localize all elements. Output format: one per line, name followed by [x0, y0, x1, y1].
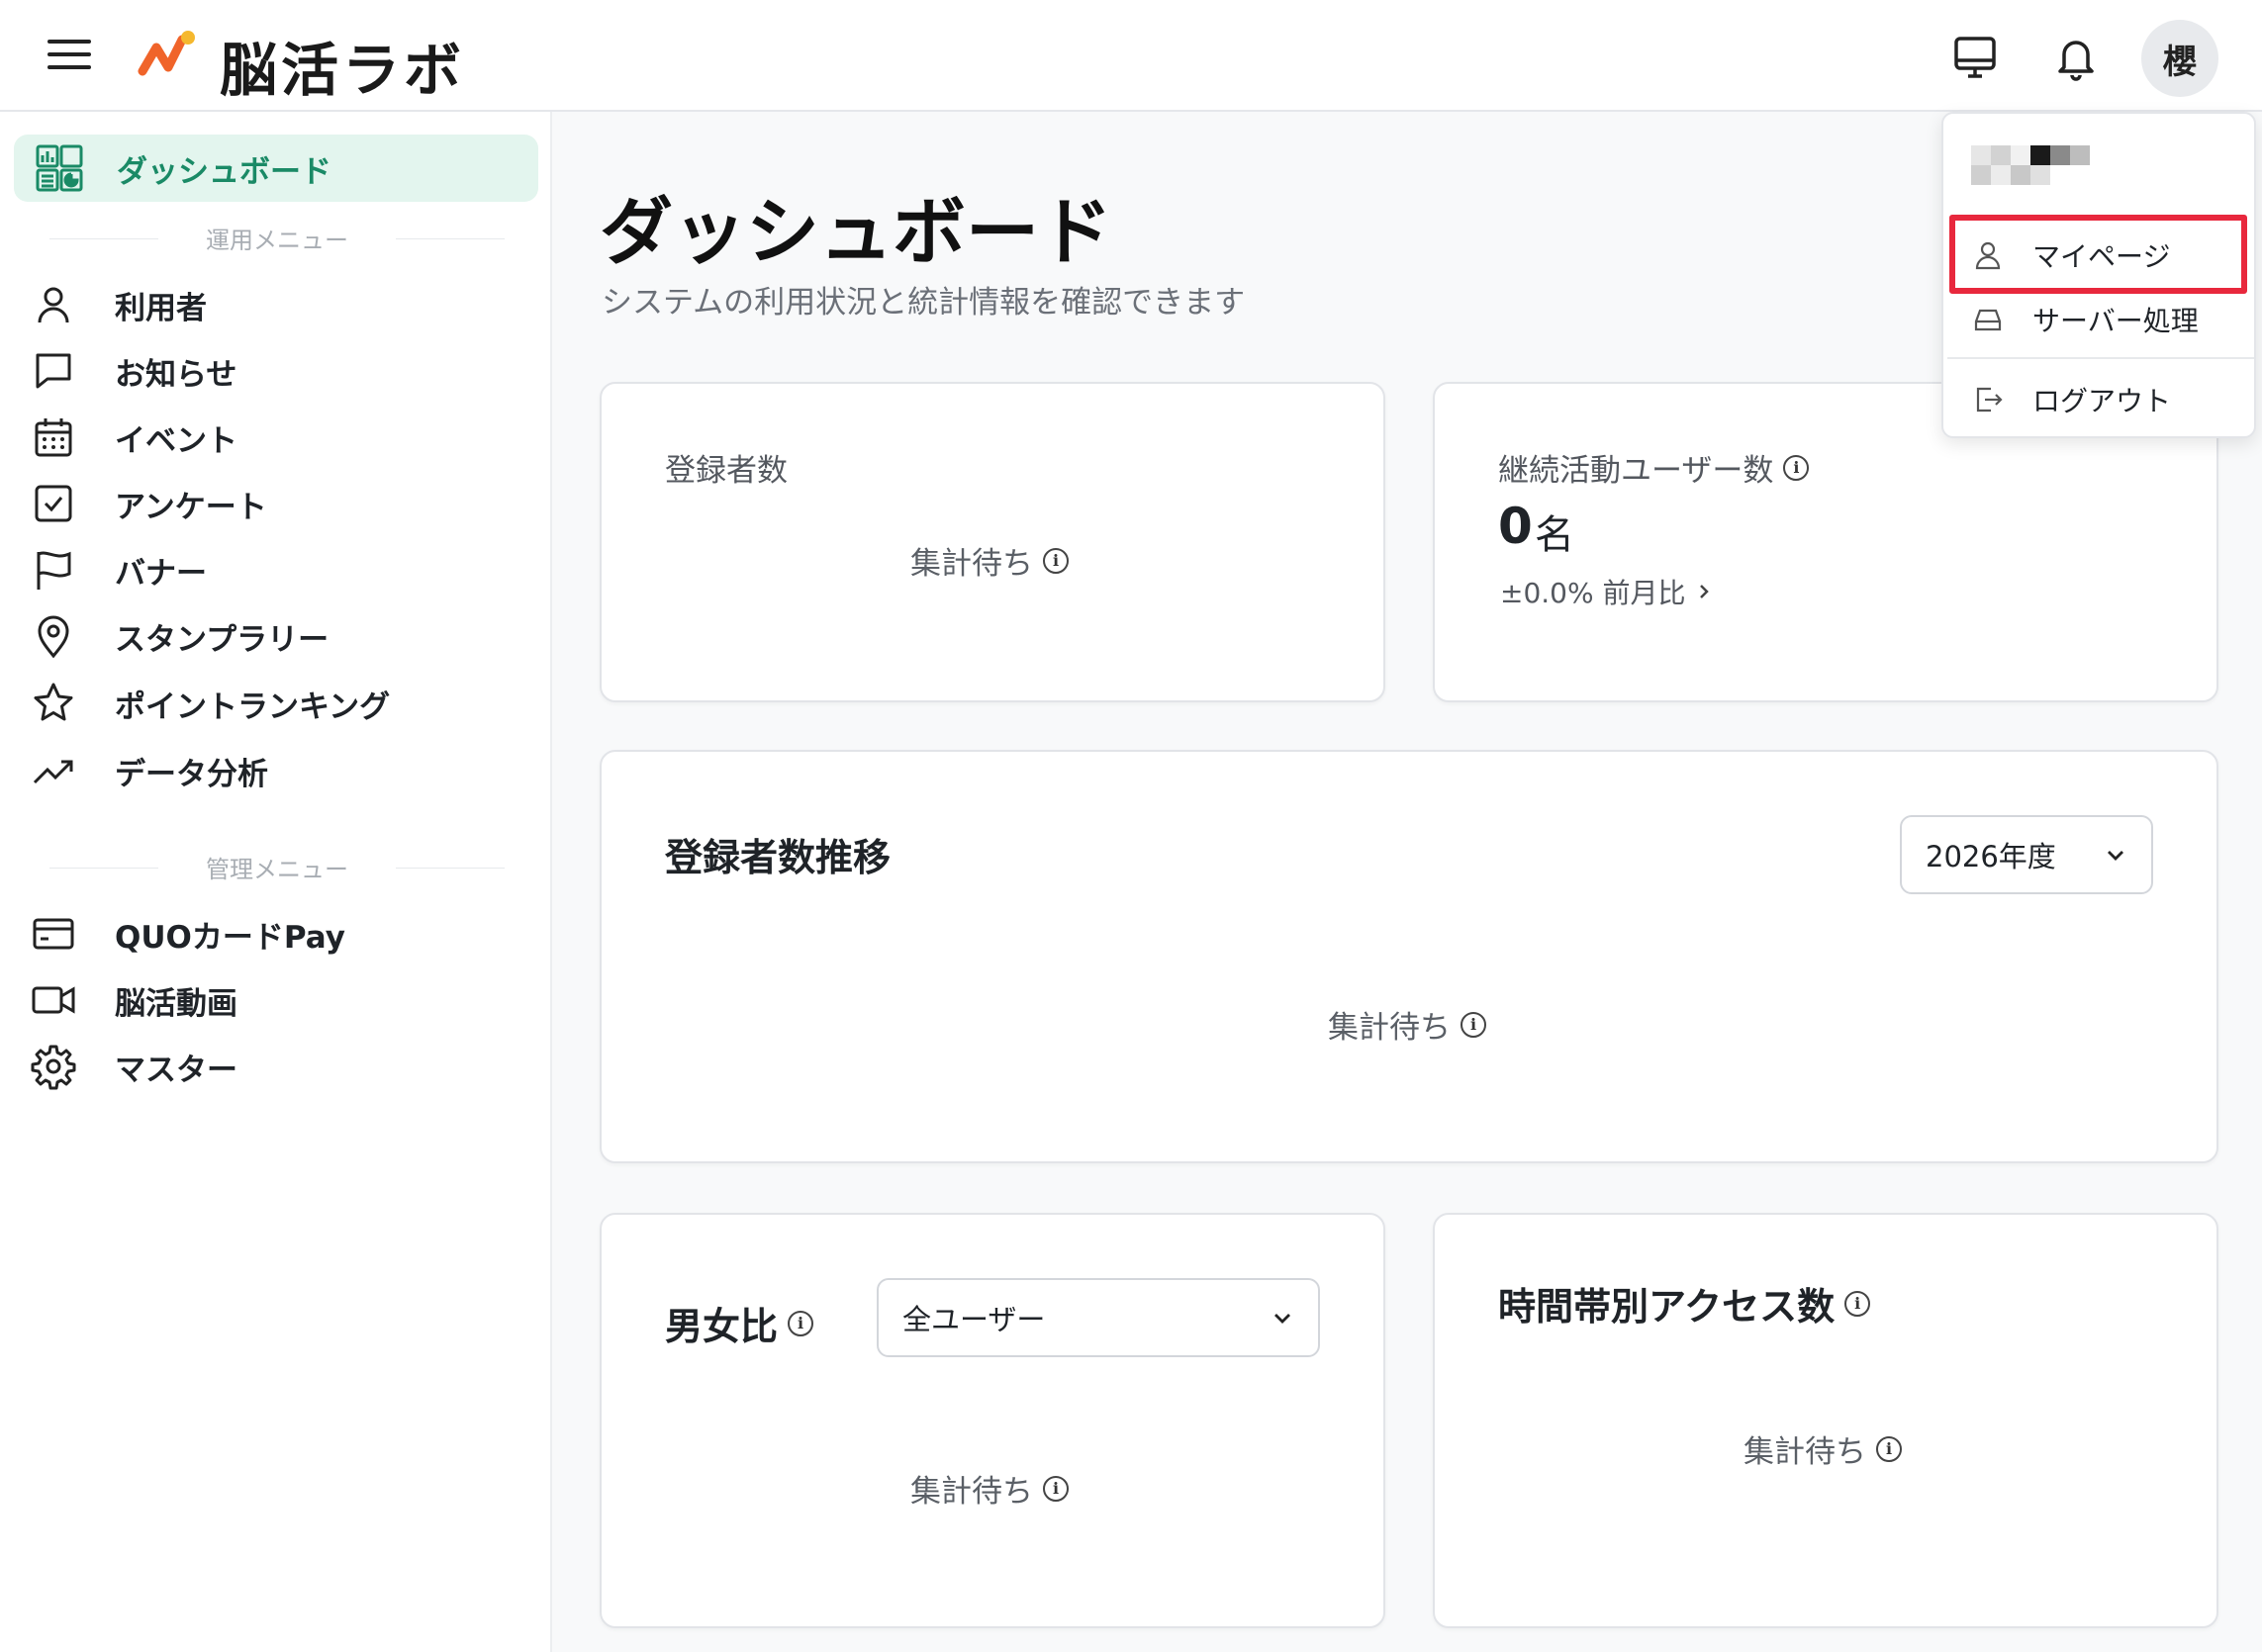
sidebar-item-label: マスター [115, 1052, 237, 1088]
info-icon[interactable]: i [1461, 1011, 1486, 1038]
sidebar-item-news[interactable]: お知らせ [30, 343, 524, 399]
sidebar-item-label: アンケート [115, 489, 267, 525]
pending-status: 集計待ち i [1328, 1002, 1486, 1047]
user-filter-value: 全ユーザー [902, 1303, 1046, 1336]
user-icon [1975, 241, 2001, 270]
info-icon[interactable]: i [1876, 1435, 1902, 1462]
info-icon[interactable]: i [788, 1310, 814, 1336]
map-pin-icon [38, 615, 69, 659]
dropdown-divider [1947, 357, 2254, 359]
page-title: ダッシュボード [600, 190, 1112, 275]
logo-icon [138, 31, 195, 76]
metric-value: 0 [1498, 498, 1533, 555]
hard-drive-icon [1974, 309, 2002, 331]
sidebar-item-label: スタンプラリー [115, 621, 330, 658]
dropdown-item-logout[interactable]: ログアウト [1963, 372, 2250, 427]
sidebar-item-label: 利用者 [115, 290, 207, 326]
section-label-ops: 運用メニュー [49, 221, 505, 255]
gender-ratio-card [600, 1213, 1385, 1628]
registrants-trend-card [600, 750, 2218, 1163]
card-title: 男女比 i [665, 1296, 814, 1350]
trending-up-icon [33, 760, 73, 784]
menu-icon[interactable] [47, 40, 91, 73]
card-title: 継続活動ユーザー数 i [1498, 445, 1810, 490]
sidebar-item-label: バナー [115, 555, 207, 592]
calendar-icon [35, 418, 72, 457]
credit-card-icon [33, 918, 74, 950]
user-icon [38, 287, 69, 323]
sidebar-item-point-ranking[interactable]: ポイントランキング [30, 676, 524, 731]
message-icon [36, 353, 71, 389]
sidebar-item-dashboard[interactable]: ダッシュボード [14, 135, 538, 202]
month-comparison-link[interactable]: ±0.0% 前月比 [1500, 572, 1714, 611]
card-title: 時間帯別アクセス数 i [1498, 1276, 1871, 1331]
sidebar: ダッシュボード 運用メニュー 利用者 お知らせ イベント アンケート バナー ス… [0, 112, 552, 1652]
dashboard-icon [36, 144, 83, 192]
chevron-down-icon [2108, 851, 2123, 861]
pending-text: 集計待ち [910, 546, 1033, 582]
sidebar-item-users[interactable]: 利用者 [30, 277, 524, 332]
redacted-username [1971, 145, 2094, 189]
dropdown-item-label: サーバー処理 [2032, 305, 2199, 337]
sidebar-item-stamp-rally[interactable]: スタンプラリー [30, 608, 524, 664]
flag-icon [37, 551, 71, 590]
sidebar-item-videos[interactable]: 脳活動画 [30, 972, 524, 1028]
pending-status: 集計待ち i [1744, 1426, 1902, 1471]
logout-icon [1976, 387, 2003, 413]
sidebar-item-label: ダッシュボード [117, 153, 331, 190]
pending-text: 集計待ち [910, 1474, 1033, 1510]
star-icon [34, 683, 73, 721]
sidebar-item-label: データ分析 [115, 756, 268, 792]
sidebar-item-label: QUOカードPay [115, 919, 345, 956]
card-title: 登録者数推移 [665, 836, 892, 879]
chevron-down-icon [1274, 1314, 1290, 1324]
card-title-text: 男女比 [665, 1305, 779, 1348]
sidebar-item-survey[interactable]: アンケート [30, 476, 524, 531]
checkbox-icon [35, 485, 72, 522]
dropdown-item-label: ログアウト [2032, 385, 2172, 417]
user-filter-select[interactable]: 全ユーザー [877, 1278, 1320, 1357]
sidebar-item-quo-card[interactable]: QUOカードPay [30, 906, 524, 962]
dropdown-item-mypage[interactable]: マイページ [1963, 228, 2250, 283]
chevron-right-icon [1699, 585, 1709, 598]
pending-status: 集計待ち i [910, 538, 1069, 583]
page-subtitle: システムの利用状況と統計情報を確認できます [602, 285, 1246, 321]
sidebar-item-data-analysis[interactable]: データ分析 [30, 743, 524, 798]
pending-text: 集計待ち [1744, 1434, 1866, 1470]
section-label-admin: 管理メニュー [49, 850, 505, 884]
app-header: 脳活ラボ 櫻 [0, 0, 2262, 112]
info-icon[interactable]: i [1783, 454, 1810, 481]
app-logo-text: 脳活ラボ [220, 37, 466, 104]
comparison-text: ±0.0% 前月比 [1500, 577, 1686, 609]
card-title: 登録者数 [665, 453, 788, 489]
info-icon[interactable]: i [1844, 1290, 1871, 1317]
year-select-value: 2026年度 [1926, 840, 2056, 873]
sidebar-item-label: お知らせ [115, 356, 237, 393]
info-icon[interactable]: i [1043, 547, 1069, 574]
card-title-text: 時間帯別アクセス数 [1498, 1285, 1836, 1329]
metric-unit: 名 [1535, 512, 1574, 558]
monitor-icon[interactable] [1947, 30, 2003, 85]
bell-icon[interactable] [2048, 30, 2104, 85]
dropdown-item-label: マイページ [2032, 240, 2171, 273]
sidebar-item-events[interactable]: イベント [30, 410, 524, 465]
user-dropdown-menu: マイページ サーバー処理 ログアウト [1941, 112, 2256, 438]
gear-icon [31, 1045, 76, 1090]
dropdown-item-server-processing[interactable]: サーバー処理 [1963, 292, 2250, 347]
info-icon[interactable]: i [1043, 1475, 1069, 1502]
pending-status: 集計待ち i [910, 1466, 1069, 1511]
video-icon [32, 986, 75, 1014]
sidebar-item-master[interactable]: マスター [30, 1039, 524, 1094]
card-title-text: 継続活動ユーザー数 [1498, 453, 1774, 489]
year-select[interactable]: 2026年度 [1900, 815, 2153, 894]
sidebar-item-banner[interactable]: バナー [30, 542, 524, 597]
pending-text: 集計待ち [1328, 1010, 1451, 1046]
sidebar-item-label: 脳活動画 [115, 985, 237, 1022]
sidebar-item-label: イベント [115, 422, 237, 459]
sidebar-item-label: ポイントランキング [115, 688, 391, 725]
user-avatar[interactable]: 櫻 [2141, 20, 2218, 97]
hourly-access-card [1433, 1213, 2218, 1628]
